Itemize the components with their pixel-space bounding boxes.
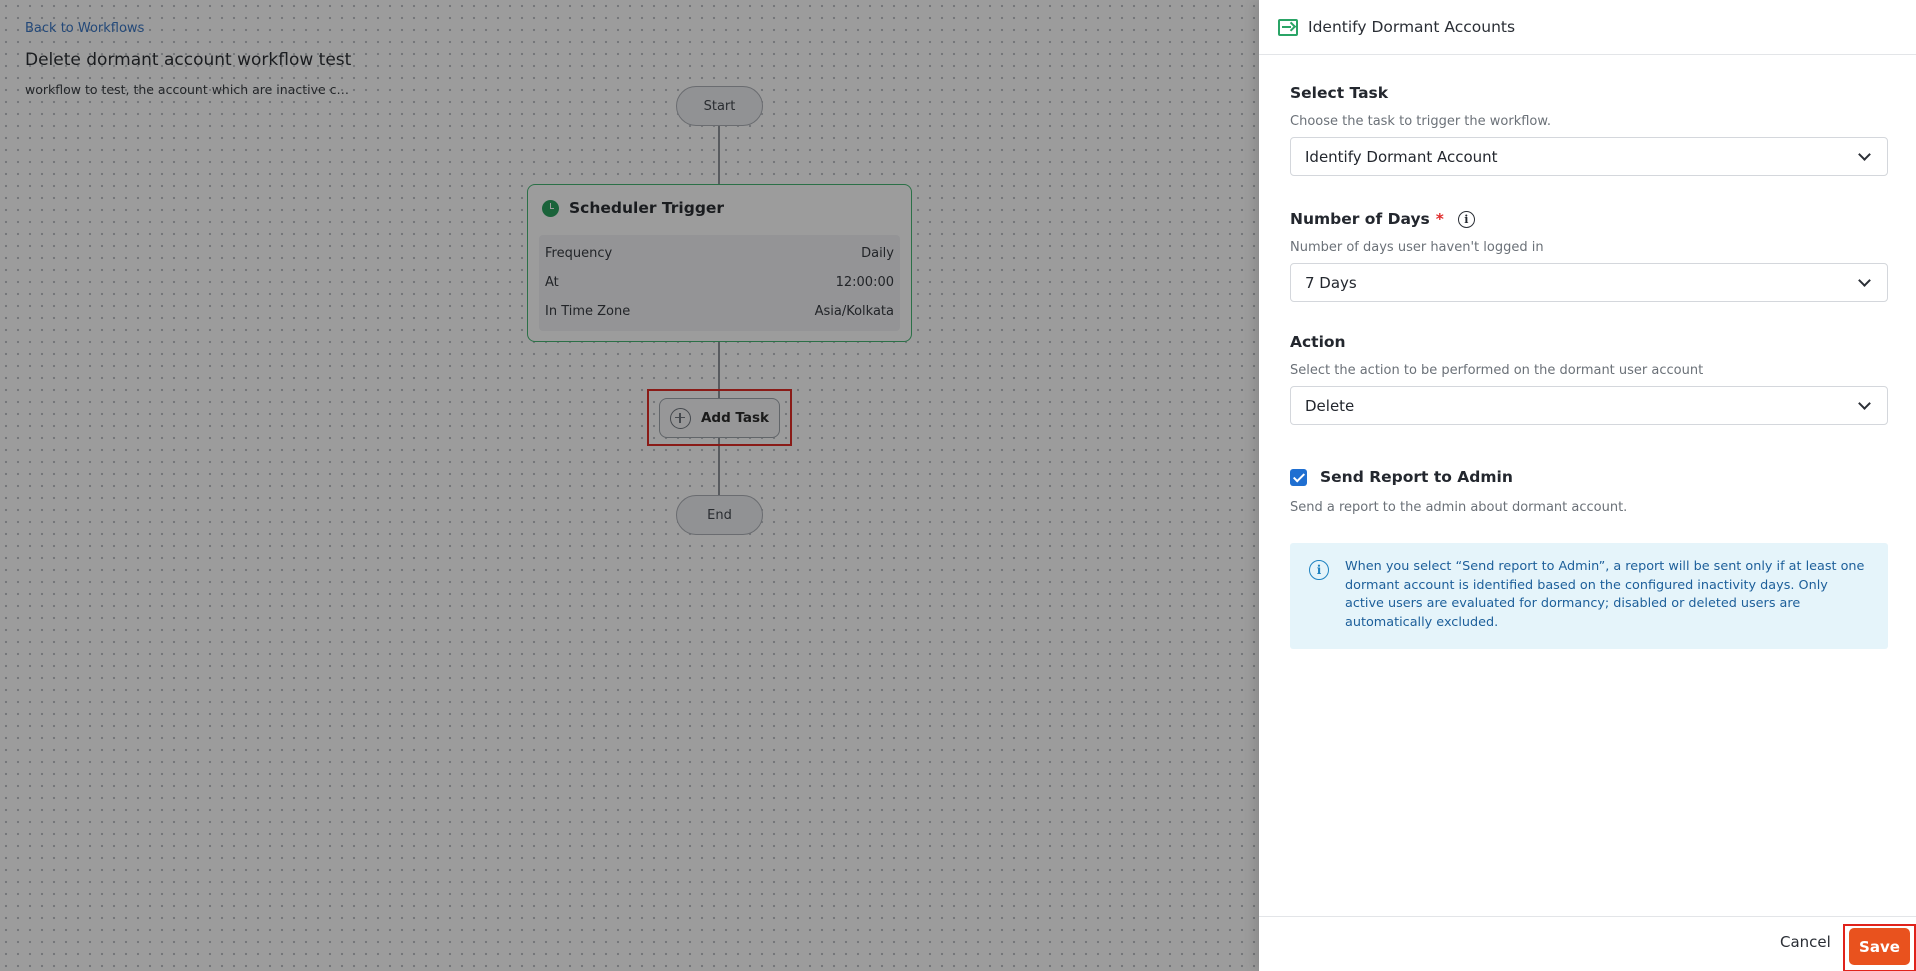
report-info-text: When you select “Send report to Admin”, … (1345, 559, 1865, 630)
select-task-value: Identify Dormant Account (1305, 147, 1498, 166)
send-report-checkbox[interactable] (1290, 468, 1307, 486)
select-task-section: Select Task Choose the task to trigger t… (1290, 84, 1888, 176)
info-icon[interactable]: i (1457, 210, 1475, 228)
select-task-label: Select Task (1290, 84, 1888, 102)
chevron-down-icon (1858, 147, 1871, 161)
cancel-button[interactable]: Cancel (1780, 933, 1831, 951)
action-section: Action Select the action to be performed… (1290, 333, 1888, 425)
number-of-days-label-text: Number of Days (1290, 210, 1430, 228)
modal-backdrop[interactable] (0, 0, 1259, 971)
select-task-hint: Choose the task to trigger the workflow. (1290, 114, 1551, 129)
chevron-down-icon (1858, 396, 1871, 410)
send-report-label[interactable]: Send Report to Admin (1320, 468, 1513, 486)
report-info-box: i When you select “Send report to Admin”… (1290, 543, 1888, 649)
send-report-section: Send Report to Admin Send a report to th… (1290, 468, 1888, 515)
select-task-label-text: Select Task (1290, 84, 1389, 102)
action-value: Delete (1305, 396, 1355, 415)
drawer-footer: Cancel Save (1259, 916, 1916, 971)
required-marker: * (1435, 210, 1444, 228)
action-dropdown[interactable]: Delete (1290, 386, 1888, 425)
task-config-drawer: Identify Dormant Accounts Select Task Ch… (1259, 0, 1916, 971)
number-of-days-label: Number of Days * i (1290, 210, 1888, 228)
action-hint: Select the action to be performed on the… (1290, 363, 1704, 378)
send-report-hint: Send a report to the admin about dormant… (1290, 500, 1628, 515)
info-icon: i (1309, 560, 1329, 580)
drawer-title: Identify Dormant Accounts (1308, 18, 1516, 36)
action-label: Action (1290, 333, 1888, 351)
number-of-days-section: Number of Days * i Number of days user h… (1290, 210, 1888, 302)
entry-arrow-icon (1278, 18, 1298, 36)
number-of-days-hint: Number of days user haven't logged in (1290, 240, 1544, 255)
chevron-down-icon (1858, 273, 1871, 287)
save-button[interactable]: Save (1849, 928, 1910, 965)
action-label-text: Action (1290, 333, 1346, 351)
select-task-dropdown[interactable]: Identify Dormant Account (1290, 137, 1888, 176)
drawer-header: Identify Dormant Accounts (1259, 0, 1916, 55)
send-report-row: Send Report to Admin (1290, 468, 1888, 486)
number-of-days-dropdown[interactable]: 7 Days (1290, 263, 1888, 302)
number-of-days-value: 7 Days (1305, 273, 1357, 292)
